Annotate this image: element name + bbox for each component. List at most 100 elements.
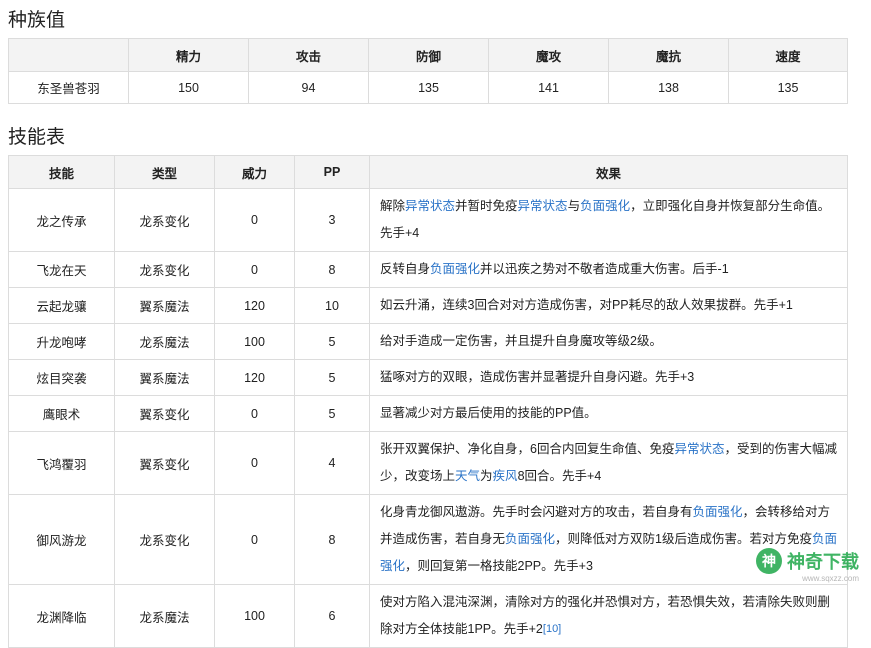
- skill-type: 龙系变化: [114, 494, 215, 585]
- skill-power: 0: [214, 251, 295, 288]
- skill-power: 100: [214, 323, 295, 360]
- effect-text: 显著减少对方最后使用的技能的PP值。: [380, 406, 597, 420]
- stats-row: 东圣兽苍羽 150 94 135 141 138 135: [8, 71, 848, 104]
- skills-header-type: 类型: [114, 155, 215, 189]
- skill-effect: 反转自身负面强化并以迅疾之势对不敬者造成重大伤害。后手-1: [369, 251, 848, 288]
- skill-power: 0: [214, 395, 295, 432]
- effect-text: ，则降低对方双防1级后造成伤害。若对方免疫: [555, 532, 812, 546]
- effect-term-link[interactable]: 负面强化: [430, 262, 480, 276]
- skill-name: 龙渊降临: [8, 584, 115, 648]
- skill-name: 云起龙骧: [8, 287, 115, 324]
- skill-row: 御风游龙 龙系变化 0 8 化身青龙御风遨游。先手时会闪避对方的攻击，若自身有负面强化，…: [8, 494, 848, 585]
- stats-table: 精力 攻击 防御 魔攻 魔抗 速度 东圣兽苍羽 150 94 135 141 1…: [8, 38, 848, 104]
- stats-header-speed: 速度: [728, 38, 848, 72]
- skill-effect: 解除异常状态并暂时免疫异常状态与负面强化，立即强化自身并恢复部分生命值。先手+4: [369, 188, 848, 252]
- skill-row: 龙渊降临 龙系魔法 100 6 使对方陷入混沌深渊，清除对方的强化并恐惧对方，若恐惧失效…: [8, 584, 848, 648]
- stats-hp-value: 150: [128, 71, 249, 104]
- skill-effect: 张开双翼保护、净化自身，6回合内回复生命值、免疫异常状态，受到的伤害大幅减少，改…: [369, 431, 848, 495]
- stats-header-defense: 防御: [368, 38, 489, 72]
- stats-header-attack: 攻击: [248, 38, 369, 72]
- effect-text: 给对手造成一定伤害，并且提升自身魔攻等级2级。: [380, 334, 662, 348]
- effect-text: 解除: [380, 199, 406, 213]
- skill-type: 龙系变化: [114, 188, 215, 252]
- stats-section-title: 种族值: [8, 10, 66, 31]
- skill-pp: 5: [294, 359, 370, 396]
- skill-effect: 给对手造成一定伤害，并且提升自身魔攻等级2级。: [369, 323, 848, 360]
- skill-name: 御风游龙: [8, 494, 115, 585]
- effect-text: 为: [480, 469, 493, 483]
- effect-term-link[interactable]: 负面强化: [580, 199, 630, 213]
- site-watermark: 神 神奇下载 www.sqxzz.com: [756, 548, 859, 583]
- watermark-text: 神奇下载: [787, 552, 859, 572]
- skills-table: 技能 类型 威力 PP 效果 龙之传承 龙系变化 0 3 解除异常状态并暂时免疫异常状态…: [8, 155, 848, 648]
- skills-header-pp: PP: [294, 155, 370, 189]
- stats-header-blank: [8, 38, 129, 72]
- skill-pp: 10: [294, 287, 370, 324]
- effect-text: 化身青龙御风遨游。先手时会闪避对方的攻击，若自身有: [380, 505, 693, 519]
- skill-pp: 4: [294, 431, 370, 495]
- stats-attack-value: 94: [248, 71, 369, 104]
- skill-row: 炫目突袭 翼系魔法 120 5 猛啄对方的双眼，造成伤害并显著提升自身闪避。先手+3: [8, 359, 848, 396]
- skill-row: 飞龙在天 龙系变化 0 8 反转自身负面强化并以迅疾之势对不敬者造成重大伤害。后手-1: [8, 251, 848, 288]
- skill-name: 鹰眼术: [8, 395, 115, 432]
- effect-term-link[interactable]: 异常状态: [405, 199, 455, 213]
- skill-name: 飞龙在天: [8, 251, 115, 288]
- effect-text: 猛啄对方的双眼，造成伤害并显著提升自身闪避。先手+3: [380, 370, 695, 384]
- effect-text: 与: [567, 199, 581, 213]
- skill-power: 0: [214, 188, 295, 252]
- skill-row: 龙之传承 龙系变化 0 3 解除异常状态并暂时免疫异常状态与负面强化，立即强化自身并恢复…: [8, 188, 848, 252]
- effect-term-link[interactable]: 异常状态: [518, 199, 568, 213]
- effect-text: 8回合。先手+4: [517, 469, 602, 483]
- stats-pet-name: 东圣兽苍羽: [8, 71, 129, 104]
- skills-header-row: 技能 类型 威力 PP 效果: [8, 155, 848, 189]
- skill-type: 龙系魔法: [114, 584, 215, 648]
- effect-text: 反转自身: [380, 262, 431, 276]
- effect-text: ，则回复第一格技能2PP。先手+3: [405, 559, 593, 573]
- skill-row: 升龙咆哮 龙系魔法 100 5 给对手造成一定伤害，并且提升自身魔攻等级2级。: [8, 323, 848, 360]
- stats-header-row: 精力 攻击 防御 魔攻 魔抗 速度: [8, 38, 848, 72]
- skill-power: 0: [214, 494, 295, 585]
- effect-text: 张开双翼保护、净化自身，6回合内回复生命值、免疫: [380, 442, 675, 456]
- reference-link[interactable]: [10]: [543, 623, 561, 635]
- skills-header-name: 技能: [8, 155, 115, 189]
- stats-magic-defense-value: 138: [608, 71, 729, 104]
- stats-header-hp: 精力: [128, 38, 249, 72]
- skill-name: 龙之传承: [8, 188, 115, 252]
- effect-text: 并暂时免疫: [455, 199, 518, 213]
- skill-type: 翼系变化: [114, 431, 215, 495]
- skill-type: 龙系变化: [114, 251, 215, 288]
- skill-power: 100: [214, 584, 295, 648]
- stats-defense-value: 135: [368, 71, 489, 104]
- effect-term-link[interactable]: 负面强化: [505, 532, 555, 546]
- skill-pp: 8: [294, 494, 370, 585]
- effect-text: 并以迅疾之势对不敬者造成重大伤害。后手-1: [480, 262, 729, 276]
- effect-term-link[interactable]: 天气: [455, 469, 480, 483]
- effect-text: 使对方陷入混沌深渊，清除对方的强化并恐惧对方，若恐惧失效，若清除失败则删除对方全…: [380, 595, 831, 636]
- skill-power: 120: [214, 287, 295, 324]
- effect-term-link[interactable]: 异常状态: [674, 442, 724, 456]
- skill-pp: 8: [294, 251, 370, 288]
- effect-text: 如云升涌，连续3回合对对方造成伤害，对PP耗尽的敌人效果拔群。先手+1: [380, 298, 793, 312]
- skill-effect: 使对方陷入混沌深渊，清除对方的强化并恐惧对方，若恐惧失效，若清除失败则删除对方全…: [369, 584, 848, 648]
- skill-pp: 5: [294, 323, 370, 360]
- skill-type: 翼系魔法: [114, 287, 215, 324]
- watermark-logo-icon: 神: [756, 548, 782, 574]
- skill-name: 升龙咆哮: [8, 323, 115, 360]
- stats-speed-value: 135: [728, 71, 848, 104]
- stats-header-magic-attack: 魔攻: [488, 38, 609, 72]
- skill-type: 龙系魔法: [114, 323, 215, 360]
- skill-power: 120: [214, 359, 295, 396]
- stats-magic-attack-value: 141: [488, 71, 609, 104]
- skill-name: 飞鸿覆羽: [8, 431, 115, 495]
- skill-effect: 猛啄对方的双眼，造成伤害并显著提升自身闪避。先手+3: [369, 359, 848, 396]
- effect-term-link[interactable]: 疾风: [493, 469, 518, 483]
- skill-pp: 5: [294, 395, 370, 432]
- skill-power: 0: [214, 431, 295, 495]
- skill-type: 翼系魔法: [114, 359, 215, 396]
- effect-term-link[interactable]: 负面强化: [693, 505, 743, 519]
- skills-header-power: 威力: [214, 155, 295, 189]
- stats-header-magic-defense: 魔抗: [608, 38, 729, 72]
- skill-name: 炫目突袭: [8, 359, 115, 396]
- skill-row: 云起龙骧 翼系魔法 120 10 如云升涌，连续3回合对对方造成伤害，对PP耗尽的敌人效…: [8, 287, 848, 324]
- skills-body: 龙之传承 龙系变化 0 3 解除异常状态并暂时免疫异常状态与负面强化，立即强化自身并恢复…: [8, 188, 848, 648]
